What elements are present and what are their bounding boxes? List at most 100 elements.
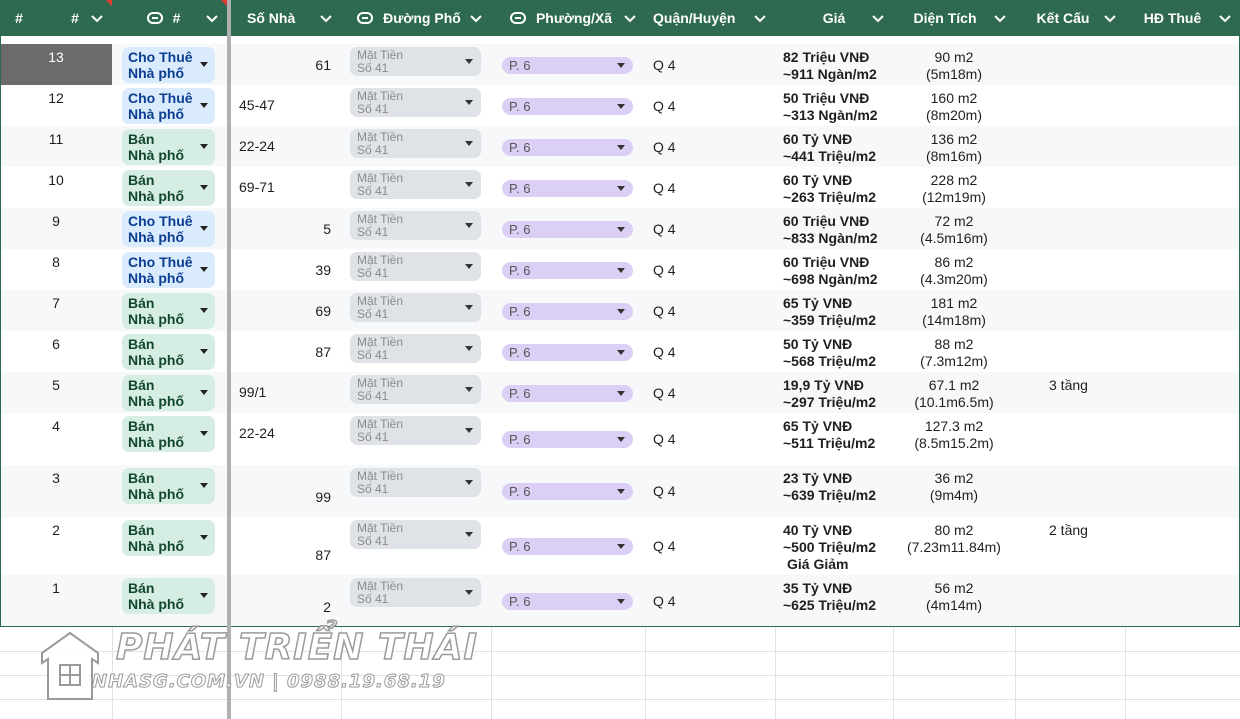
house-number-cell[interactable]: 22-24 <box>231 413 341 465</box>
header-hash-2[interactable]: # <box>38 0 112 36</box>
house-number-cell[interactable]: 61 <box>231 44 341 85</box>
street-dropdown-chip[interactable]: Mặt Tiền Số 41 <box>350 293 481 322</box>
district-cell[interactable]: Q 4 <box>645 372 775 413</box>
header-quan[interactable]: Quận/Huyện <box>645 0 775 36</box>
house-number-cell[interactable]: 39 <box>231 249 341 290</box>
area-cell[interactable]: 90 m2 (5m18m) <box>893 44 1015 85</box>
table-row[interactable]: 5 Bán Nhà phố 99/1 Mặt Tiền Số 41 P. 6Q 4 19,9 … <box>0 372 1240 413</box>
house-number-cell[interactable]: 69-71 <box>231 167 341 208</box>
price-cell[interactable]: 82 Triệu VNĐ ~911 Ngàn/m2 <box>775 44 893 85</box>
ward-dropdown-chip[interactable]: P. 6 <box>502 221 633 238</box>
chevron-down-icon[interactable] <box>993 11 1007 25</box>
house-number-cell[interactable]: 5 <box>231 208 341 249</box>
structure-cell[interactable] <box>1015 249 1125 290</box>
price-cell[interactable]: 50 Triệu VNĐ ~313 Ngàn/m2 <box>775 85 893 126</box>
chevron-down-icon[interactable] <box>319 11 333 25</box>
table-row[interactable]: 9 Cho Thuê Nhà phố 5 Mặt Tiền Số 41 P. 6 Q 4 60 … <box>0 208 1240 249</box>
row-number[interactable]: 5 <box>0 372 112 413</box>
table-row[interactable]: 4 Bán Nhà phố 22-24 Mặt Tiền Số 41 P. 6Q 4 65 T… <box>0 413 1240 465</box>
table-row[interactable]: 10 Bán Nhà phố 69-71 Mặt Tiền Số 41 P. 6Q 4 60 … <box>0 167 1240 208</box>
type-dropdown-chip[interactable]: Bán Nhà phố <box>122 468 215 504</box>
street-dropdown-chip[interactable]: Mặt Tiền Số 41 <box>350 211 481 240</box>
type-dropdown-chip[interactable]: Bán Nhà phố <box>122 375 215 411</box>
freeze-divider[interactable] <box>227 0 231 719</box>
price-cell[interactable]: 23 Tỷ VNĐ ~639 Triệu/m2 <box>775 465 893 517</box>
price-cell[interactable]: 50 Tỷ VNĐ ~568 Triệu/m2 <box>775 331 893 372</box>
ward-dropdown-chip[interactable]: P. 6 <box>502 262 633 279</box>
street-dropdown-chip[interactable]: Mặt Tiền Số 41 <box>350 170 481 199</box>
district-cell[interactable]: Q 4 <box>645 465 775 517</box>
type-dropdown-chip[interactable]: Cho Thuê Nhà phố <box>122 211 215 247</box>
header-dientich[interactable]: Diện Tích <box>893 0 1015 36</box>
row-number[interactable]: 1 <box>0 575 112 627</box>
row-number[interactable]: 3 <box>0 465 112 517</box>
ward-dropdown-chip[interactable]: P. 6 <box>502 180 633 197</box>
ward-dropdown-chip[interactable]: P. 6 <box>502 303 633 320</box>
table-row[interactable]: 7 Bán Nhà phố 69 Mặt Tiền Số 41 P. 6Q 4 65 Tỷ V… <box>0 290 1240 331</box>
structure-cell[interactable] <box>1015 465 1125 517</box>
district-cell[interactable]: Q 4 <box>645 413 775 465</box>
district-cell[interactable]: Q 4 <box>645 126 775 167</box>
area-cell[interactable]: 67.1 m2 (10.1m6.5m) <box>893 372 1015 413</box>
type-dropdown-chip[interactable]: Bán Nhà phố <box>122 334 215 370</box>
chevron-down-icon[interactable] <box>753 11 767 25</box>
structure-cell[interactable] <box>1015 331 1125 372</box>
type-dropdown-chip[interactable]: Bán Nhà phố <box>122 520 215 556</box>
structure-cell[interactable] <box>1015 208 1125 249</box>
structure-cell[interactable]: 2 tầng <box>1015 517 1125 575</box>
street-dropdown-chip[interactable]: Mặt Tiền Số 41 <box>350 129 481 158</box>
price-cell[interactable]: 60 Triệu VNĐ ~833 Ngàn/m2 <box>775 208 893 249</box>
structure-cell[interactable] <box>1015 126 1125 167</box>
area-cell[interactable]: 56 m2 (4m14m) <box>893 575 1015 627</box>
chevron-down-icon[interactable] <box>1218 11 1232 25</box>
price-cell[interactable]: 65 Tỷ VNĐ ~511 Triệu/m2 <box>775 413 893 465</box>
header-duong[interactable]: Đường Phố <box>341 0 491 36</box>
type-dropdown-chip[interactable]: Cho Thuê Nhà phố <box>122 252 215 288</box>
structure-cell[interactable]: 3 tầng <box>1015 372 1125 413</box>
street-dropdown-chip[interactable]: Mặt Tiền Số 41 <box>350 334 481 363</box>
table-row[interactable]: 2 Bán Nhà phố 87 Mặt Tiền Số 41 P. 6Q 4 40 Tỷ V… <box>0 517 1240 575</box>
ward-dropdown-chip[interactable]: P. 6 <box>502 98 633 115</box>
house-number-cell[interactable]: 69 <box>231 290 341 331</box>
structure-cell[interactable] <box>1015 44 1125 85</box>
header-ketcau[interactable]: Kết Cấu <box>1015 0 1125 36</box>
row-number[interactable]: 13 <box>0 44 112 85</box>
type-dropdown-chip[interactable]: Cho Thuê Nhà phố <box>122 88 215 124</box>
row-number[interactable]: 4 <box>0 413 112 465</box>
structure-cell[interactable] <box>1015 413 1125 465</box>
structure-cell[interactable] <box>1015 575 1125 627</box>
house-number-cell[interactable]: 45-47 <box>231 85 341 126</box>
ward-dropdown-chip[interactable]: P. 6 <box>502 431 633 448</box>
row-number[interactable]: 12 <box>0 85 112 126</box>
price-cell[interactable]: 19,9 Tỷ VNĐ ~297 Triệu/m2 <box>775 372 893 413</box>
table-row[interactable]: 3 Bán Nhà phố 99 Mặt Tiền Số 41 P. 6Q 4 23 Tỷ V… <box>0 465 1240 517</box>
row-number[interactable]: 7 <box>0 290 112 331</box>
type-dropdown-chip[interactable]: Bán Nhà phố <box>122 129 215 165</box>
district-cell[interactable]: Q 4 <box>645 517 775 575</box>
table-row[interactable]: 1 Bán Nhà phố 2 Mặt Tiền Số 41 P. 6Q 4 35 Tỷ VN… <box>0 575 1240 627</box>
header-type[interactable]: # <box>112 0 227 36</box>
ward-dropdown-chip[interactable]: P. 6 <box>502 139 633 156</box>
area-cell[interactable]: 80 m2 (7.23m11.84m) <box>893 517 1015 575</box>
type-dropdown-chip[interactable]: Bán Nhà phố <box>122 293 215 329</box>
type-dropdown-chip[interactable]: Bán Nhà phố <box>122 578 215 614</box>
street-dropdown-chip[interactable]: Mặt Tiền Số 41 <box>350 375 481 404</box>
area-cell[interactable]: 160 m2 (8m20m) <box>893 85 1015 126</box>
table-row[interactable]: 11 Bán Nhà phố 22-24 Mặt Tiền Số 41 P. 6Q 4 60 … <box>0 126 1240 167</box>
header-phuong[interactable]: Phường/Xã <box>491 0 645 36</box>
row-number[interactable]: 6 <box>0 331 112 372</box>
area-cell[interactable]: 86 m2 (4.3m20m) <box>893 249 1015 290</box>
chevron-down-icon[interactable] <box>90 11 104 25</box>
house-number-cell[interactable]: 99 <box>231 465 341 517</box>
area-cell[interactable]: 88 m2 (7.3m12m) <box>893 331 1015 372</box>
ward-dropdown-chip[interactable]: P. 6 <box>502 385 633 402</box>
type-dropdown-chip[interactable]: Bán Nhà phố <box>122 170 215 206</box>
ward-dropdown-chip[interactable]: P. 6 <box>502 483 633 500</box>
price-cell[interactable]: 60 Triệu VNĐ ~698 Ngàn/m2 <box>775 249 893 290</box>
street-dropdown-chip[interactable]: Mặt Tiền Số 41 <box>350 578 481 607</box>
table-row[interactable]: 12 Cho Thuê Nhà phố 45-47 Mặt Tiền Số 41 P. 6 Q… <box>0 85 1240 126</box>
district-cell[interactable]: Q 4 <box>645 208 775 249</box>
house-number-cell[interactable]: 22-24 <box>231 126 341 167</box>
ward-dropdown-chip[interactable]: P. 6 <box>502 593 633 610</box>
row-number[interactable]: 9 <box>0 208 112 249</box>
